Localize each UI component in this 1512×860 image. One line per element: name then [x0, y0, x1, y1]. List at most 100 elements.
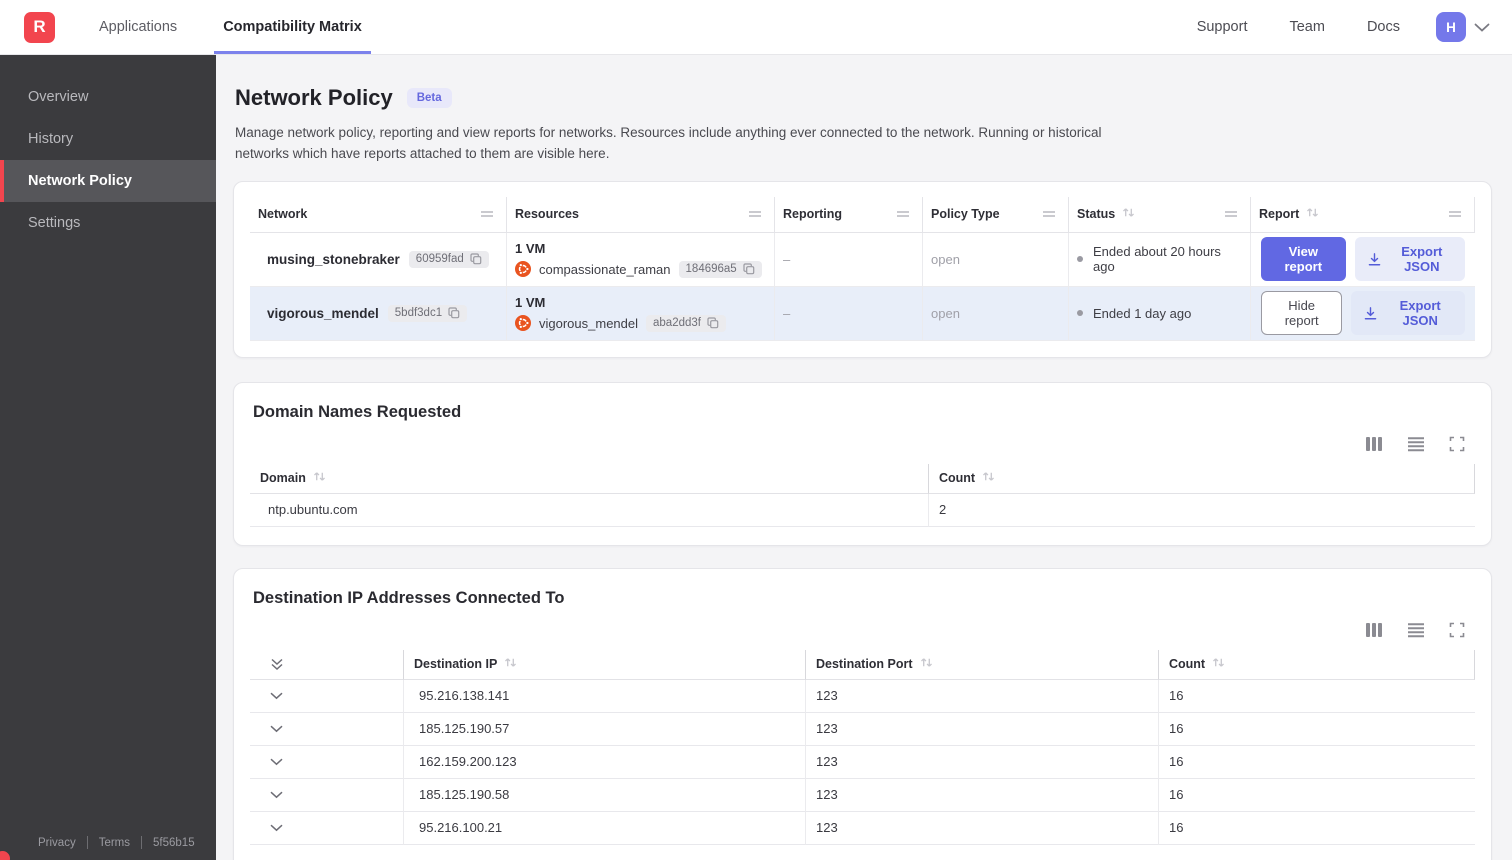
destination-ips-card: Destination IP Addresses Connected To De…	[233, 567, 1492, 860]
column-header-status[interactable]: Status	[1068, 196, 1250, 233]
page-description: Manage network policy, reporting and vie…	[235, 125, 1102, 161]
sort-icon[interactable]	[312, 470, 327, 486]
policy-type-cell: open	[922, 286, 1068, 341]
network-name: vigorous_mendel	[267, 305, 379, 321]
sort-icon[interactable]	[1121, 206, 1136, 222]
sort-icon[interactable]	[503, 656, 518, 672]
destination-ip-cell: 95.216.100.21	[403, 811, 805, 845]
sidebar-item-history[interactable]: History	[0, 118, 216, 160]
networks-table-card: Network Resources Reporting Policy Type …	[233, 180, 1492, 358]
column-label: Domain	[260, 471, 306, 486]
copy-icon[interactable]	[470, 253, 482, 265]
vm-id-badge: aba2dd3f	[646, 314, 726, 332]
chevron-down-icon[interactable]	[1474, 23, 1490, 32]
card-title: Domain Names Requested	[253, 402, 462, 421]
support-link[interactable]: Support	[1197, 19, 1248, 35]
export-json-label: Export JSON	[1399, 298, 1441, 329]
fullscreen-icon[interactable]	[1449, 436, 1465, 452]
network-id: 5bdf3dc1	[394, 307, 443, 320]
column-header-count[interactable]: Count	[928, 463, 1475, 494]
column-header-policy-type[interactable]: Policy Type	[922, 196, 1068, 233]
network-name: musing_stonebraker	[267, 251, 400, 267]
expand-all-icon[interactable]	[267, 654, 287, 674]
account-menu[interactable]: H	[1436, 12, 1490, 42]
column-resize-icon[interactable]	[894, 206, 912, 222]
sort-icon[interactable]	[1305, 206, 1320, 222]
chevron-down-icon[interactable]	[267, 788, 286, 802]
vm-name: vigorous_mendel	[539, 315, 639, 331]
chevron-down-icon[interactable]	[267, 821, 286, 835]
team-link[interactable]: Team	[1289, 19, 1324, 35]
column-header-count[interactable]: Count	[1158, 649, 1475, 680]
export-json-label: Export JSON	[1401, 244, 1443, 275]
destination-ip-cell: 162.159.200.123	[403, 745, 805, 779]
sidebar-item-settings[interactable]: Settings	[0, 202, 216, 244]
status-cell: Ended about 20 hours ago	[1068, 232, 1250, 287]
row-expander-cell	[250, 713, 403, 746]
network-name-cell: musing_stonebraker 60959fad	[250, 233, 506, 287]
chevron-down-icon[interactable]	[267, 722, 286, 736]
tab-label: Applications	[99, 19, 178, 35]
expand-all-header	[250, 650, 403, 680]
fullscreen-icon[interactable]	[1449, 622, 1465, 638]
download-icon	[1367, 252, 1382, 267]
column-header-report[interactable]: Report	[1250, 196, 1475, 233]
count-cell: 16	[1158, 745, 1475, 779]
column-label: Resources	[515, 207, 579, 222]
top-right-links: Support Team Docs H	[1197, 0, 1490, 54]
copy-icon[interactable]	[448, 307, 460, 319]
column-header-destination-ip[interactable]: Destination IP	[403, 649, 805, 680]
privacy-link[interactable]: Privacy	[38, 837, 76, 849]
hide-report-button[interactable]: Hide report	[1261, 291, 1343, 336]
app-logo[interactable]: R	[24, 11, 55, 43]
row-density-icon[interactable]	[1407, 622, 1425, 638]
sort-icon[interactable]	[1211, 656, 1226, 672]
export-json-button[interactable]: Export JSON	[1354, 237, 1465, 282]
vm-line: vigorous_mendel aba2dd3f	[515, 314, 726, 332]
network-id: 60959fad	[415, 253, 464, 266]
terms-link[interactable]: Terms	[99, 837, 130, 849]
chevron-down-icon[interactable]	[267, 689, 286, 703]
tab-compatibility-matrix[interactable]: Compatibility Matrix	[214, 0, 371, 54]
chevron-down-icon[interactable]	[267, 755, 286, 769]
docs-link[interactable]: Docs	[1367, 19, 1400, 35]
vm-count: 1 VM	[515, 240, 546, 256]
sidebar-item-label: Network Policy	[28, 173, 132, 189]
tab-label: Compatibility Matrix	[223, 19, 362, 35]
copy-icon[interactable]	[743, 263, 755, 275]
sidebar-item-overview[interactable]: Overview	[0, 76, 216, 118]
column-label: Status	[1077, 207, 1116, 222]
copy-icon[interactable]	[707, 317, 719, 329]
column-resize-icon[interactable]	[478, 206, 496, 222]
sort-icon[interactable]	[919, 656, 934, 672]
beta-badge: Beta	[406, 88, 452, 108]
reporting-cell: –	[774, 232, 922, 287]
columns-icon[interactable]	[1365, 436, 1383, 452]
column-header-resources[interactable]: Resources	[506, 196, 774, 233]
report-cell: Hide report Export JSON	[1250, 286, 1475, 341]
page-title: Network Policy	[235, 85, 393, 110]
sidebar-item-network-policy[interactable]: Network Policy	[0, 160, 216, 202]
download-icon	[1363, 306, 1378, 321]
column-header-network[interactable]: Network	[250, 197, 506, 233]
column-header-reporting[interactable]: Reporting	[774, 196, 922, 233]
status-dot	[1077, 310, 1083, 317]
column-label: Count	[939, 471, 976, 486]
view-report-button[interactable]: View report	[1261, 237, 1346, 282]
export-json-button[interactable]: Export JSON	[1351, 291, 1465, 336]
row-density-icon[interactable]	[1407, 436, 1425, 452]
tab-applications[interactable]: Applications	[90, 0, 186, 54]
count-cell: 16	[1158, 811, 1475, 845]
avatar[interactable]: H	[1436, 12, 1466, 42]
destination-port-cell: 123	[805, 811, 1158, 845]
column-resize-icon[interactable]	[1446, 206, 1464, 222]
column-header-domain[interactable]: Domain	[250, 464, 928, 494]
column-header-destination-port[interactable]: Destination Port	[805, 649, 1158, 680]
column-resize-icon[interactable]	[1040, 206, 1058, 222]
columns-icon[interactable]	[1365, 622, 1383, 638]
column-label: Destination Port	[816, 657, 913, 672]
column-resize-icon[interactable]	[746, 206, 764, 222]
column-resize-icon[interactable]	[1222, 206, 1240, 222]
column-label: Policy Type	[931, 207, 1000, 222]
sort-icon[interactable]	[981, 470, 996, 486]
